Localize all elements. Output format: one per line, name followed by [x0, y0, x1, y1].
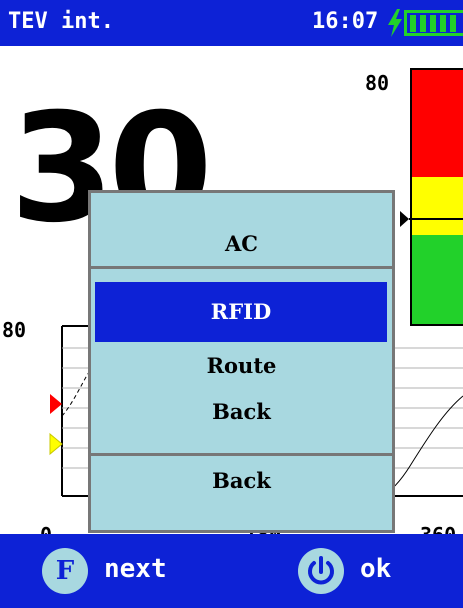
level-meter-max-label: 80 — [365, 71, 390, 95]
menu-divider — [91, 266, 392, 269]
level-red-zone — [412, 70, 463, 177]
menu-footer-back[interactable]: Back — [91, 468, 392, 493]
ok-label[interactable]: ok — [360, 554, 391, 584]
next-label[interactable]: next — [104, 554, 167, 584]
clock: 16:07 — [312, 9, 379, 34]
screen-title: TEV int. — [8, 9, 114, 34]
menu-item-route[interactable]: Route — [91, 353, 392, 378]
battery-icon — [404, 10, 463, 36]
charging-bolt-icon — [388, 9, 402, 37]
menu-item-back[interactable]: Back — [91, 399, 392, 424]
next-button[interactable]: F — [42, 548, 88, 594]
measurement-screen: 30 80 80 0 180 360 — [0, 46, 463, 547]
f-key-icon: F — [55, 556, 75, 586]
menu-item-rfid[interactable]: RFID — [95, 282, 387, 342]
popup-menu: AC RFID Route Back Back — [88, 190, 395, 533]
level-green-zone — [412, 235, 463, 324]
menu-header: AC — [224, 231, 258, 256]
power-icon — [308, 556, 334, 585]
menu-divider — [91, 453, 392, 456]
softkey-bar: F next ok — [0, 534, 463, 608]
level-marker-icon — [400, 211, 463, 227]
level-meter — [410, 68, 463, 326]
status-bar: TEV int. 16:07 — [0, 0, 463, 46]
red-threshold-marker-icon — [50, 394, 62, 414]
ok-button[interactable] — [298, 548, 344, 594]
yellow-threshold-marker-icon — [49, 432, 63, 456]
